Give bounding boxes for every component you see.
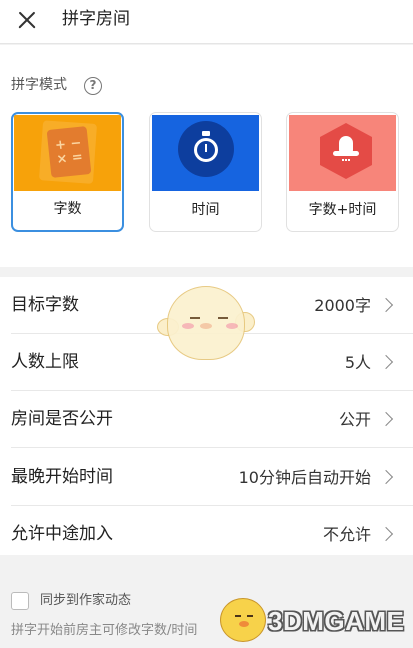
setting-label: 允许中途加入	[11, 524, 113, 544]
sync-label[interactable]: 同步到作家动态	[40, 591, 131, 611]
mode-card-time[interactable]: 时间	[149, 112, 262, 232]
mascot-eye	[218, 317, 228, 319]
chevron-right-icon	[378, 411, 394, 427]
mode-card-label: 时间	[191, 202, 220, 218]
rocket-flame	[342, 159, 350, 165]
hint-text: 拼字开始前房主可修改字数/时间	[11, 623, 198, 638]
rocket-icon	[320, 123, 372, 179]
setting-value: 2000字	[314, 296, 371, 315]
divider	[11, 447, 413, 448]
mascot-body	[167, 286, 245, 360]
stopwatch-illustration	[152, 115, 259, 191]
mascot-blush	[226, 323, 238, 329]
setting-value: 5人	[344, 353, 371, 372]
calculator-illustration: + − × =	[14, 115, 121, 191]
stopwatch-icon	[178, 121, 234, 177]
sync-checkbox[interactable]	[11, 592, 29, 610]
chevron-right-icon	[378, 354, 394, 370]
mode-label: 拼字模式	[11, 77, 67, 93]
chick-logo-icon	[220, 598, 266, 642]
setting-value: 公开	[338, 410, 371, 429]
stopwatch-face	[194, 138, 218, 162]
chevron-right-icon	[378, 469, 394, 485]
page-title: 拼字房间	[62, 9, 130, 29]
mode-section: 拼字模式 ? + − × = 字数 时间 字数+时间	[0, 45, 413, 267]
setting-row-allow-join[interactable]: 允许中途加入 不允许	[0, 506, 413, 563]
setting-value: 不允许	[322, 525, 371, 544]
setting-label: 房间是否公开	[11, 409, 113, 429]
setting-label: 人数上限	[11, 352, 79, 372]
mascot-eye	[190, 317, 200, 319]
watermark-text: 3DMGAME	[268, 606, 405, 636]
setting-label: 最晚开始时间	[11, 467, 113, 487]
mode-card-word-count[interactable]: + − × = 字数	[11, 112, 124, 232]
chevron-right-icon	[378, 297, 394, 313]
mode-card-label: 字数	[53, 201, 82, 217]
close-icon[interactable]	[14, 7, 40, 33]
calculator-icon: + − × =	[46, 126, 92, 178]
mascot-blush	[182, 323, 194, 329]
mode-card-label: 字数+时间	[308, 202, 377, 218]
site-watermark: 3DMGAME	[220, 598, 410, 644]
stopwatch-knob	[202, 131, 210, 136]
rocket-base	[333, 151, 359, 156]
rocket-body	[339, 136, 353, 152]
mascot-beak	[200, 323, 212, 329]
top-bar: 拼字房间	[0, 0, 413, 44]
setting-row-room-public[interactable]: 房间是否公开 公开	[0, 391, 413, 448]
help-icon[interactable]: ?	[84, 77, 102, 95]
setting-label: 目标字数	[11, 295, 79, 315]
setting-row-latest-start[interactable]: 最晚开始时间 10分钟后自动开始	[0, 449, 413, 506]
chevron-right-icon	[378, 526, 394, 542]
rocket-illustration	[289, 115, 396, 191]
setting-value: 10分钟后自动开始	[238, 468, 371, 487]
mascot-watermark	[157, 282, 257, 364]
mode-card-word-count-and-time[interactable]: 字数+时间	[286, 112, 399, 232]
calculator-glyph: + − × =	[54, 135, 84, 168]
